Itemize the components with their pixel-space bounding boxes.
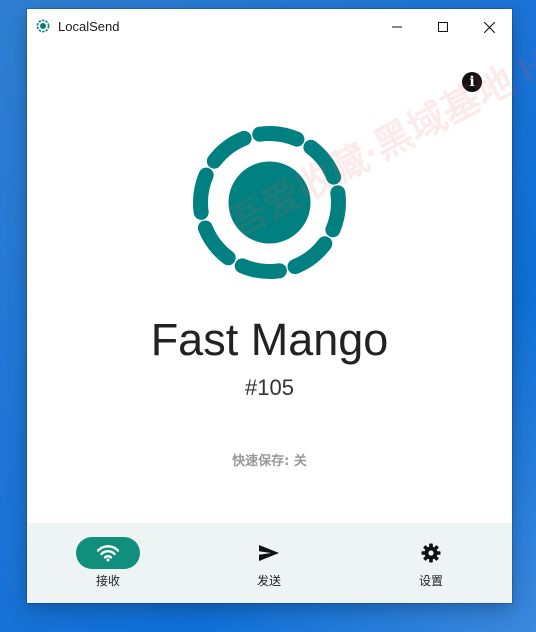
maximize-icon xyxy=(438,22,448,32)
nav-pill xyxy=(237,537,301,569)
bottom-nav: 接收 发送 设置 xyxy=(27,523,512,603)
nav-item-receive[interactable]: 接收 xyxy=(48,523,168,603)
quick-save-status[interactable]: 快速保存: 关 xyxy=(27,453,512,471)
minimize-icon xyxy=(392,26,402,28)
nav-item-settings[interactable]: 设置 xyxy=(371,523,491,603)
window-title: LocalSend xyxy=(58,19,120,34)
minimize-button[interactable] xyxy=(374,9,420,45)
close-button[interactable] xyxy=(466,9,512,45)
localsend-logo xyxy=(193,126,346,279)
app-window: LocalSend i 吾爱收藏·黑域基地 Hybase.com Fast Ma… xyxy=(27,0,536,603)
localsend-logo-icon xyxy=(36,19,50,33)
title-bar[interactable]: LocalSend xyxy=(27,9,512,45)
info-icon[interactable]: i xyxy=(462,72,482,92)
device-id: #105 xyxy=(245,375,294,400)
send-icon xyxy=(259,545,279,561)
nav-pill xyxy=(76,537,140,569)
gear-icon xyxy=(421,543,441,563)
close-icon xyxy=(483,21,495,33)
nav-label-send: 发送 xyxy=(256,574,281,588)
nav-pill xyxy=(399,537,463,569)
nav-label-settings: 设置 xyxy=(418,574,443,588)
nav-label-receive: 接收 xyxy=(95,574,120,588)
nav-item-send[interactable]: 发送 xyxy=(209,523,329,603)
wifi-icon xyxy=(97,545,119,562)
maximize-button[interactable] xyxy=(420,9,466,45)
device-name: Fast Mango xyxy=(150,314,389,365)
